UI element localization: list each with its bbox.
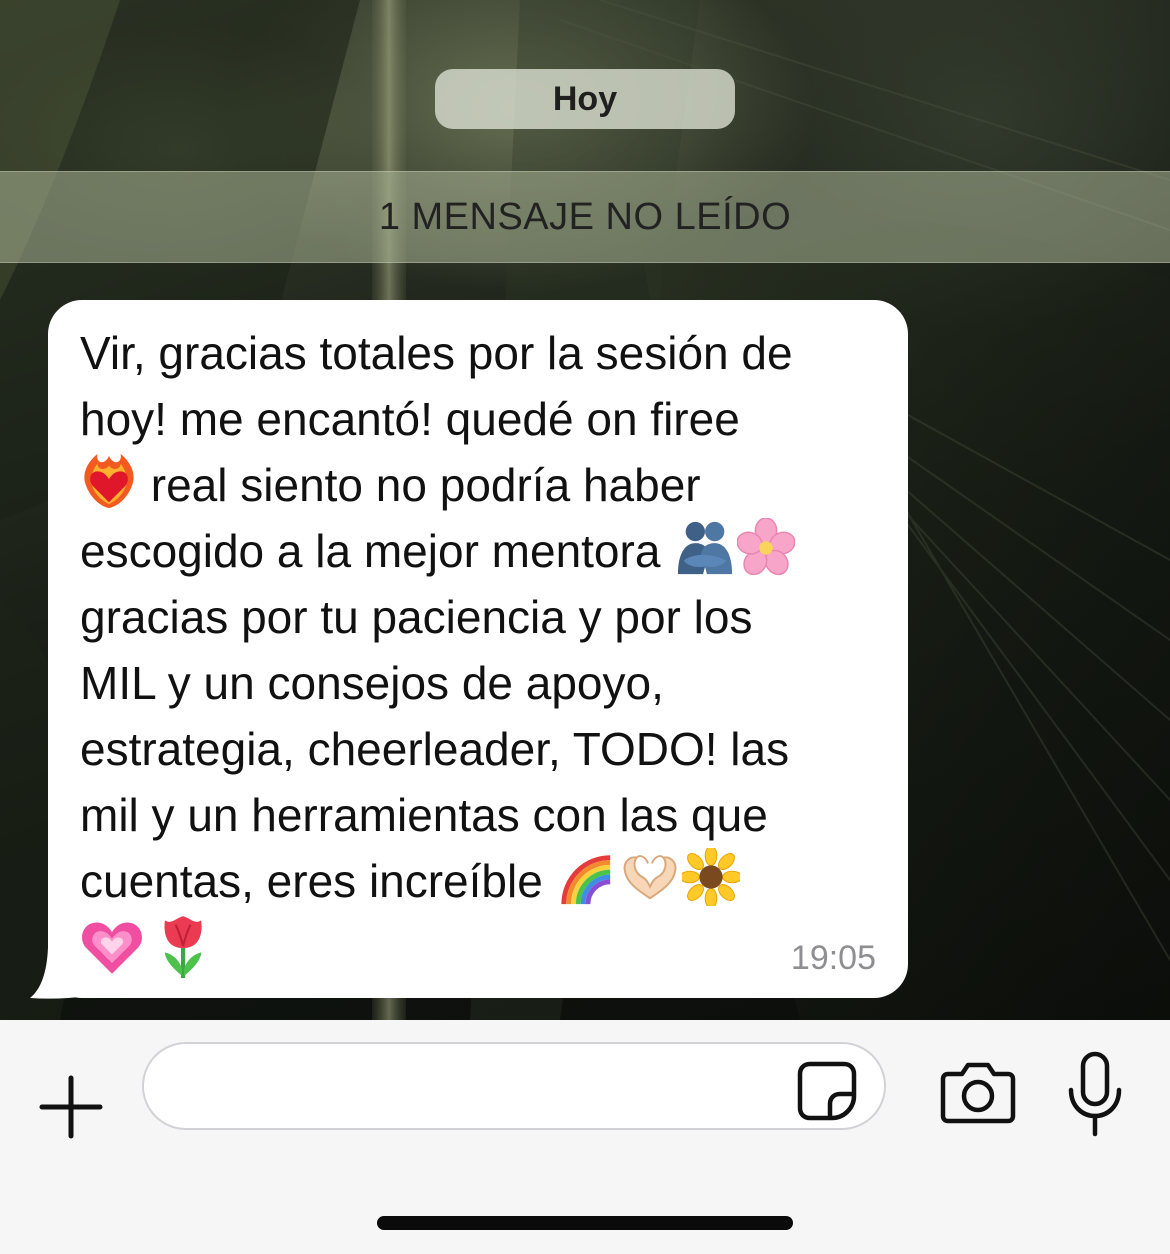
- message-line-emoji-only: [80, 914, 878, 986]
- message-line: estrategia, cheerleader, TODO! las: [80, 723, 790, 775]
- incoming-message-bubble[interactable]: Vir, gracias totales por la sesión de ho…: [48, 300, 908, 998]
- unread-count-label: 1 MENSAJE NO LEÍDO: [378, 195, 792, 238]
- date-label: Hoy: [552, 79, 618, 118]
- message-line-with-emoji: real siento no podría haber: [80, 452, 878, 518]
- growing-heart-emoji: [82, 922, 142, 974]
- camera-icon[interactable]: [940, 1060, 1016, 1124]
- home-indicator[interactable]: [377, 1216, 793, 1230]
- cherry-blossom-emoji: [737, 518, 796, 576]
- plus-icon[interactable]: [36, 1072, 106, 1142]
- sticker-icon[interactable]: [796, 1060, 858, 1122]
- message-line: mil y un herramientas con las que: [80, 789, 768, 841]
- message-line: Vir, gracias totales por la sesión de: [80, 327, 793, 379]
- date-separator-chip: Hoy: [435, 69, 735, 129]
- message-input[interactable]: [142, 1042, 886, 1130]
- message-line: MIL y un consejos de apoyo,: [80, 657, 664, 709]
- message-composer: [0, 1020, 1170, 1254]
- heart-on-fire-emoji: [84, 453, 134, 509]
- heart-hands-emoji: [623, 855, 676, 900]
- unread-messages-banner: 1 MENSAJE NO LEÍDO: [0, 171, 1170, 263]
- message-line: hoy! me encantó! quedé on firee: [80, 393, 740, 445]
- microphone-icon[interactable]: [1066, 1050, 1124, 1140]
- sunflower-emoji: [681, 848, 740, 906]
- message-line: gracias por tu paciencia y por los: [80, 591, 753, 643]
- tulip-emoji: [164, 916, 202, 978]
- rainbow-emoji: [560, 855, 610, 905]
- message-text: Vir, gracias totales por la sesión de ho…: [80, 320, 878, 986]
- message-line-with-emoji: escogido a la mejor mentora: [80, 518, 878, 584]
- message-line-with-emoji: cuentas, eres increíble: [80, 848, 878, 914]
- chat-screen: Hoy 1 MENSAJE NO LEÍDO Vir, gracias tota…: [0, 0, 1170, 1254]
- people-hugging-emoji: [678, 521, 733, 575]
- message-timestamp: 19:05: [790, 939, 876, 977]
